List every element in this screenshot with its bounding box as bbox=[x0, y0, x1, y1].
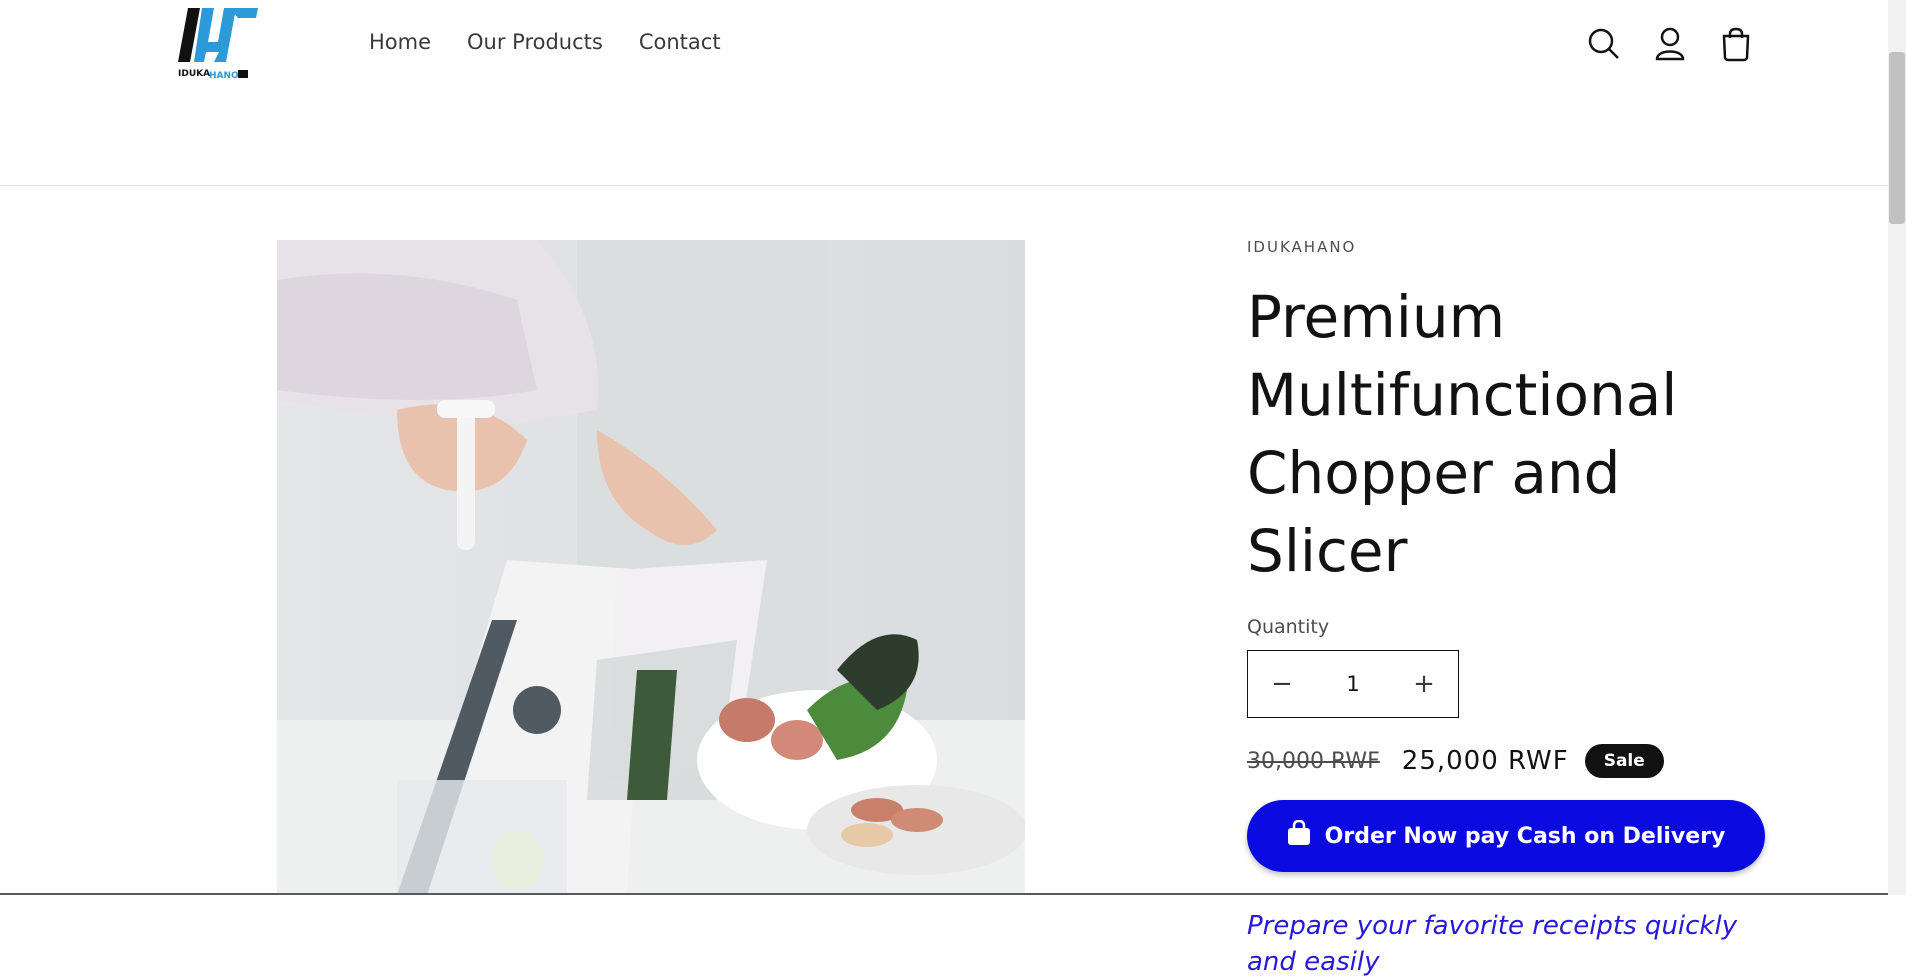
quantity-increase-button[interactable]: + bbox=[1390, 651, 1458, 717]
sale-badge: Sale bbox=[1584, 744, 1664, 778]
product-vendor: IDUKAHANO bbox=[1247, 238, 1357, 256]
search-icon[interactable] bbox=[1588, 26, 1620, 62]
nav-home[interactable]: Home bbox=[369, 30, 431, 54]
quantity-input[interactable] bbox=[1321, 671, 1385, 697]
account-icon[interactable] bbox=[1654, 26, 1686, 62]
product-title: Premium Multifunctional Chopper and Slic… bbox=[1247, 283, 1678, 585]
order-now-button[interactable]: Order Now pay Cash on Delivery bbox=[1247, 800, 1765, 872]
order-now-label: Order Now pay Cash on Delivery bbox=[1324, 823, 1726, 849]
regular-price: 30,000 RWF bbox=[1247, 748, 1380, 774]
svg-text:HANO: HANO bbox=[209, 71, 239, 81]
quantity-decrease-button[interactable]: − bbox=[1248, 651, 1316, 717]
product-image[interactable] bbox=[277, 240, 1025, 895]
svg-text:IDUKA: IDUKA bbox=[178, 69, 210, 79]
nav-our-products[interactable]: Our Products bbox=[467, 30, 603, 54]
minus-icon: − bbox=[1271, 669, 1293, 699]
scrollbar-thumb[interactable] bbox=[1889, 52, 1905, 224]
site-header: IDUKA HANO Home Our Products Contact bbox=[0, 0, 1888, 186]
price: 30,000 RWF 25,000 RWF Sale bbox=[1247, 744, 1767, 778]
idukahano-logo[interactable]: IDUKA HANO bbox=[178, 2, 262, 84]
quantity-label: Quantity bbox=[1247, 616, 1330, 638]
nav-contact[interactable]: Contact bbox=[639, 30, 721, 54]
product-info: IDUKAHANO Premium Multifunctional Choppe… bbox=[1247, 238, 1767, 980]
quantity-stepper: − + bbox=[1247, 650, 1459, 718]
product-tagline: Prepare your favorite receipts quickly a… bbox=[1247, 911, 1738, 977]
cart-icon[interactable] bbox=[1720, 26, 1752, 62]
shopping-bag-icon bbox=[1287, 819, 1311, 852]
plus-icon: + bbox=[1413, 669, 1435, 699]
header-actions bbox=[1588, 26, 1752, 62]
main-nav: Home Our Products Contact bbox=[369, 30, 721, 54]
sale-price: 25,000 RWF bbox=[1401, 746, 1569, 776]
